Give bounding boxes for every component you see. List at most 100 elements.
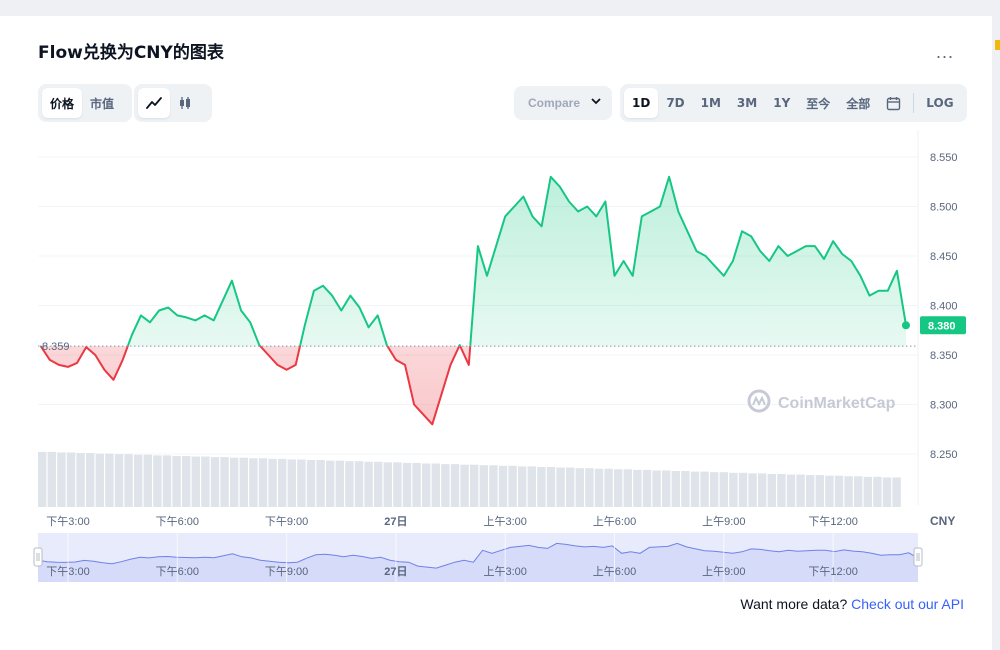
navigator-tick-label: 上午6:00 — [593, 565, 636, 578]
volume-bar — [498, 465, 508, 507]
price-point — [732, 260, 734, 262]
price-point — [896, 270, 898, 272]
navigator-tick-label: 下午9:00 — [265, 565, 308, 578]
price-point — [650, 210, 652, 213]
volume-bar — [124, 454, 133, 507]
price-point — [459, 344, 461, 346]
price-point — [868, 295, 871, 297]
volume-bar — [585, 468, 594, 507]
volume-bar — [633, 469, 642, 507]
price-point — [322, 285, 324, 287]
price-point — [267, 354, 269, 356]
price-point — [814, 245, 816, 247]
handle-grip — [33, 547, 43, 567]
price-point — [723, 275, 725, 277]
navigator-tick-label: 下午3:00 — [46, 565, 89, 578]
range-navigator[interactable]: 下午3:00 下午6:00 下午9:00 27日 上午3:00 上午6:00 上午9:00 下… — [33, 533, 923, 582]
volume-bar — [758, 473, 767, 507]
volume-bar — [700, 471, 709, 507]
price-point — [641, 215, 643, 217]
open-price-label: 8.359 — [42, 341, 70, 353]
volume-bar — [230, 457, 239, 507]
navigator-tick-label: 下午12:00 — [808, 565, 858, 578]
price-point — [613, 275, 616, 277]
volume-bar — [604, 468, 613, 507]
volume-bar — [316, 460, 325, 507]
volume-bar — [422, 463, 431, 507]
x-tick-label: 下午12:00 — [808, 515, 858, 528]
api-link[interactable]: Check out our API — [851, 596, 964, 612]
y-tick-label: 8.350 — [930, 350, 958, 362]
price-point — [704, 255, 707, 257]
price-point — [568, 200, 570, 203]
price-point — [231, 280, 233, 282]
volume-bar — [652, 470, 661, 507]
price-point — [786, 255, 789, 257]
navigator-handle-right[interactable] — [913, 547, 923, 567]
navigator-handle-left[interactable] — [33, 547, 43, 567]
price-point — [331, 295, 333, 297]
current-price-dot — [901, 321, 910, 330]
volume-bar — [297, 459, 306, 507]
price-point — [550, 176, 552, 178]
handle-grip — [913, 547, 923, 567]
price-point — [623, 260, 625, 262]
volume-bar — [268, 458, 277, 507]
volume-bar — [114, 454, 124, 507]
volume-bar — [153, 455, 162, 507]
volume-bar — [47, 451, 56, 507]
current-price-label: 8.380 — [928, 320, 956, 332]
price-point — [768, 260, 770, 262]
price-point — [586, 205, 588, 208]
volume-bar — [66, 452, 76, 507]
volume-bar — [134, 454, 143, 507]
price-point — [513, 205, 515, 208]
navigator-tick-label: 上午9:00 — [702, 565, 745, 578]
price-point — [240, 309, 242, 312]
price-point — [522, 196, 525, 198]
volume-bar — [777, 473, 786, 507]
volume-bar — [143, 454, 152, 507]
price-point — [258, 344, 260, 346]
volume-bar — [681, 471, 690, 507]
price-point — [759, 250, 761, 252]
price-point — [495, 245, 497, 247]
price-point — [850, 260, 852, 262]
volume-bar — [306, 460, 316, 507]
price-point — [677, 210, 679, 213]
navigator-tick-label: 上午3:00 — [483, 565, 526, 578]
price-point — [249, 321, 251, 323]
volume-bar — [335, 460, 344, 507]
x-tick-label: 上午6:00 — [593, 515, 636, 528]
volume-bars — [38, 451, 901, 507]
volume-bar — [508, 465, 517, 507]
price-point — [805, 245, 807, 247]
volume-bar — [844, 476, 853, 507]
x-tick-label: 下午3:00 — [46, 515, 89, 528]
price-point — [176, 314, 178, 316]
volume-bar — [239, 457, 248, 507]
price-point — [686, 230, 688, 232]
volume-bar — [57, 452, 66, 507]
price-point — [367, 326, 370, 328]
price-point — [468, 364, 470, 366]
volume-bar — [834, 475, 844, 507]
coinmarketcap-watermark: CoinMarketCap — [747, 389, 896, 413]
volume-bar — [614, 469, 623, 507]
volume-bar — [767, 473, 776, 507]
price-chart[interactable]: 8.359 8.380 8.550 8.500 8.450 8.400 8.350 8.30… — [0, 0, 1000, 650]
price-point — [112, 379, 115, 381]
volume-bar — [412, 462, 421, 507]
volume-bar — [210, 457, 220, 507]
price-point — [304, 324, 306, 326]
price-point — [386, 344, 388, 346]
x-axis: 下午3:00 下午6:00 下午9:00 27日 上午3:00 上午6:00 上午9:00 下… — [46, 514, 955, 528]
price-point — [276, 364, 279, 366]
price-point — [632, 275, 634, 277]
price-point — [85, 346, 87, 348]
y-tick-label: 8.500 — [930, 202, 958, 214]
price-point — [695, 250, 698, 252]
volume-bar — [892, 477, 901, 507]
price-point — [349, 295, 351, 297]
volume-bar — [450, 464, 460, 507]
